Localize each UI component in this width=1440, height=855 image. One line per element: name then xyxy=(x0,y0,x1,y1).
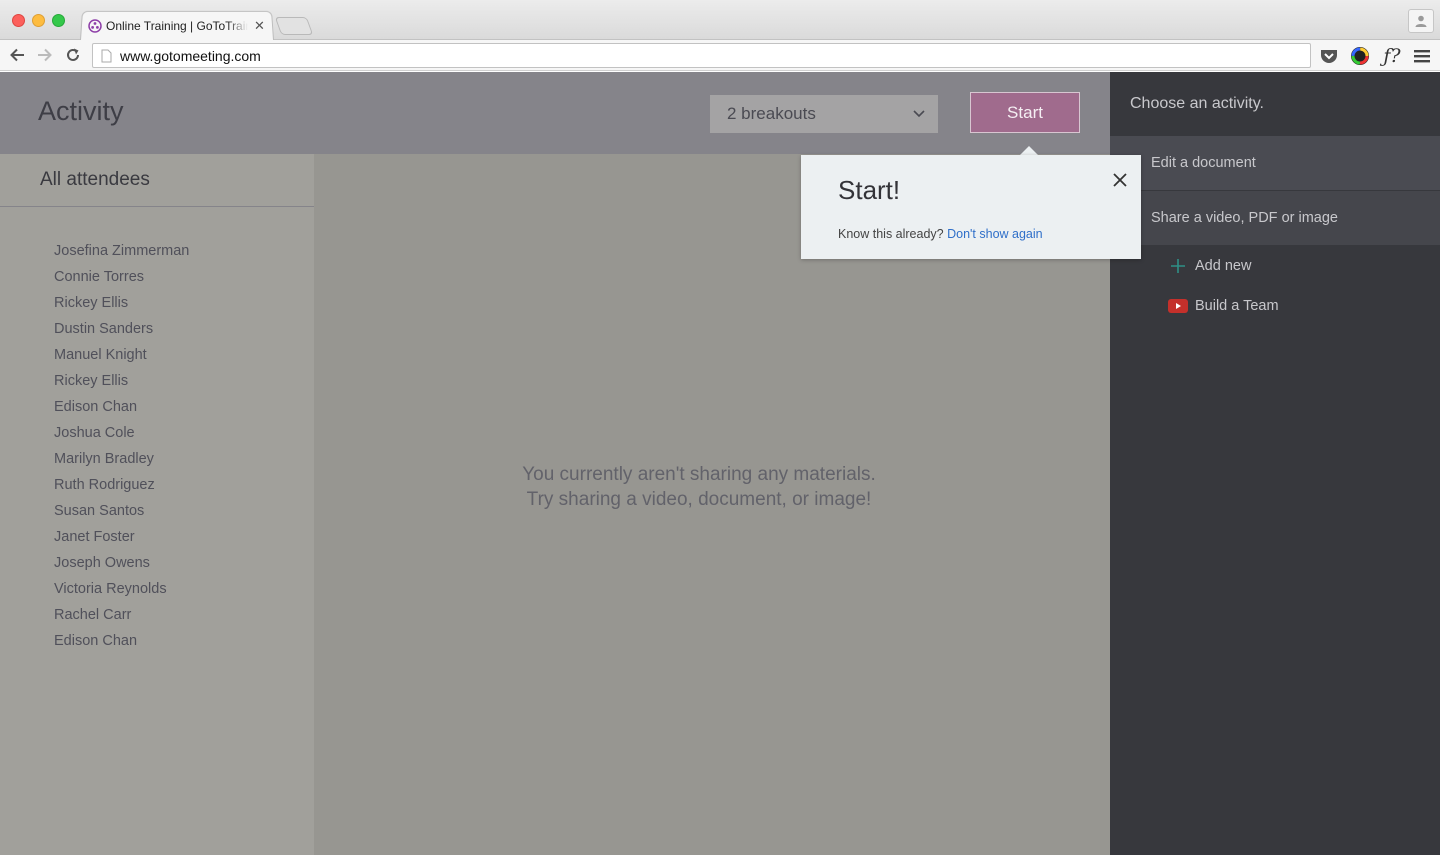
arrow-left-icon xyxy=(10,48,24,62)
menu-button[interactable] xyxy=(1411,45,1433,67)
color-wheel-icon xyxy=(1351,47,1369,65)
attendee-list-item[interactable]: Janet Foster xyxy=(0,524,314,550)
attendee-list-item[interactable]: Victoria Reynolds xyxy=(0,576,314,602)
attendee-list-item[interactable]: Joshua Cole xyxy=(0,420,314,446)
zoom-window-button[interactable] xyxy=(52,14,65,27)
attendee-list-item[interactable]: Rickey Ellis xyxy=(0,290,314,316)
activity-header: Activity 2 breakouts Start xyxy=(0,72,1110,154)
activity-app: Activity 2 breakouts Start All attendees… xyxy=(0,72,1440,855)
tab-close-icon[interactable]: ✕ xyxy=(254,18,265,34)
back-button[interactable] xyxy=(7,45,27,65)
page-icon xyxy=(101,49,112,62)
popover-text: Know this already? Don't show again xyxy=(838,227,1043,241)
add-new-item[interactable]: Add new xyxy=(1110,246,1440,286)
reload-button[interactable] xyxy=(63,45,83,65)
dont-show-again-link[interactable]: Don't show again xyxy=(947,227,1043,241)
profile-button[interactable] xyxy=(1408,9,1434,33)
close-icon[interactable] xyxy=(1111,171,1129,189)
arrow-right-icon xyxy=(38,48,52,62)
reload-icon xyxy=(67,48,79,61)
activity-chooser-panel: Choose an activity. Edit a document Shar… xyxy=(1110,72,1440,855)
pocket-icon xyxy=(1321,50,1337,63)
chevron-down-icon xyxy=(913,110,925,118)
start-button[interactable]: Start xyxy=(970,92,1080,133)
attendee-list-item[interactable]: Marilyn Bradley xyxy=(0,446,314,472)
browser-titlebar: Online Training | GoToTraining ✕ xyxy=(0,0,1440,40)
address-bar[interactable]: www.gotomeeting.com xyxy=(92,43,1311,68)
page-title: Activity xyxy=(38,96,124,126)
popover-text-label: Know this already? xyxy=(838,227,944,241)
color-extension-button[interactable] xyxy=(1349,45,1371,67)
attendee-list-item[interactable]: Joseph Owens xyxy=(0,550,314,576)
build-a-team-item[interactable]: Build a Team xyxy=(1110,286,1440,326)
new-tab-button[interactable] xyxy=(274,17,314,35)
pocket-extension-button[interactable] xyxy=(1318,45,1340,67)
breakout-select-value: 2 breakouts xyxy=(727,104,816,123)
youtube-icon xyxy=(1168,299,1188,313)
url-text: www.gotomeeting.com xyxy=(120,47,261,64)
forward-button[interactable] xyxy=(35,45,55,65)
attendees-heading[interactable]: All attendees xyxy=(0,154,314,207)
attendees-panel: All attendees Josefina Zimmerman Connie T… xyxy=(0,154,314,855)
empty-state-message: You currently aren't sharing any materia… xyxy=(314,462,1084,512)
plus-icon xyxy=(1168,258,1188,274)
attendee-list: Josefina Zimmerman Connie Torres Rickey El… xyxy=(0,207,314,654)
minimize-window-button[interactable] xyxy=(32,14,45,27)
gototraining-favicon-icon xyxy=(88,19,102,33)
build-a-team-label: Build a Team xyxy=(1195,298,1279,314)
attendee-list-item[interactable]: Manuel Knight xyxy=(0,342,314,368)
attendee-list-item[interactable]: Connie Torres xyxy=(0,264,314,290)
attendee-list-item[interactable]: Dustin Sanders xyxy=(0,316,314,342)
breakout-select[interactable]: 2 breakouts xyxy=(710,95,938,133)
edit-document-item[interactable]: Edit a document xyxy=(1110,136,1440,191)
hamburger-menu-icon xyxy=(1414,50,1430,63)
add-new-label: Add new xyxy=(1195,258,1252,274)
start-tooltip-popover: Start! Know this already? Don't show aga… xyxy=(801,155,1141,259)
browser-toolbar: www.gotomeeting.com ƒ? xyxy=(0,40,1440,71)
share-media-item[interactable]: Share a video, PDF or image xyxy=(1110,191,1440,246)
attendee-list-item[interactable]: Edison Chan xyxy=(0,628,314,654)
close-window-button[interactable] xyxy=(12,14,25,27)
font-extension-icon[interactable]: ƒ? xyxy=(1380,45,1404,67)
attendee-list-item[interactable]: Rickey Ellis xyxy=(0,368,314,394)
empty-state-line-1: You currently aren't sharing any materia… xyxy=(522,464,876,485)
tab-title: Online Training | GoToTraining xyxy=(106,19,248,33)
attendee-list-item[interactable]: Edison Chan xyxy=(0,394,314,420)
attendee-list-item[interactable]: Josefina Zimmerman xyxy=(0,238,314,264)
attendee-list-item[interactable]: Rachel Carr xyxy=(0,602,314,628)
attendee-list-item[interactable]: Susan Santos xyxy=(0,498,314,524)
attendee-list-item[interactable]: Ruth Rodriguez xyxy=(0,472,314,498)
activity-chooser-heading: Choose an activity. xyxy=(1130,95,1264,112)
popover-title: Start! xyxy=(838,175,901,205)
browser-tab-content[interactable]: Online Training | GoToTraining ✕ xyxy=(88,14,268,38)
materials-area: You currently aren't sharing any materia… xyxy=(314,154,1110,855)
person-icon xyxy=(1415,15,1427,27)
empty-state-line-2: Try sharing a video, document, or image! xyxy=(526,489,872,510)
